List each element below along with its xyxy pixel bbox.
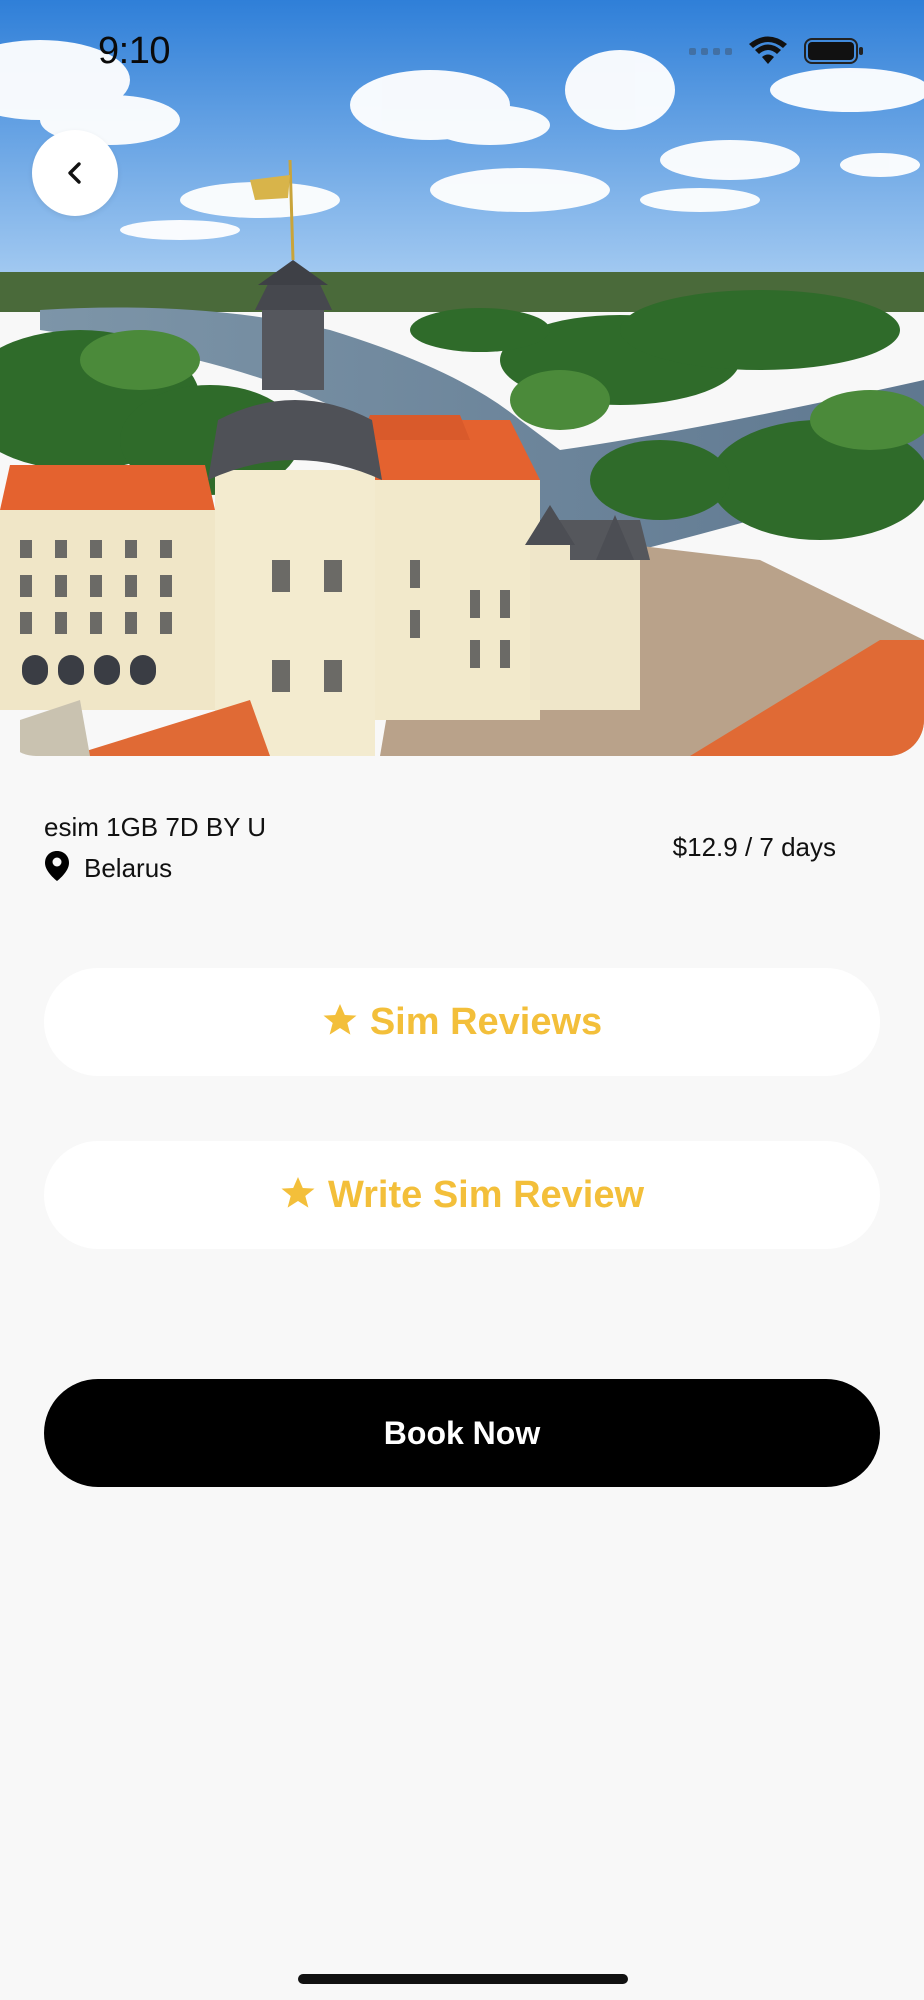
book-now-label: Book Now: [383, 1414, 541, 1451]
country-label: Belarus: [84, 853, 173, 883]
hero-image: 9:10: [0, 0, 924, 756]
book-now-button[interactable]: Book Now: [44, 1379, 880, 1487]
location-row: Belarus: [44, 850, 172, 887]
sim-reviews-button[interactable]: Sim Reviews: [44, 968, 880, 1076]
product-name: esim 1GB 7D BY U: [44, 812, 267, 842]
cellular-signal-icon: [689, 47, 732, 55]
write-sim-review-label: Write Sim Review: [327, 1173, 645, 1216]
star-icon: [322, 1002, 358, 1043]
status-time: 9:10: [98, 30, 170, 72]
location-pin-icon: [44, 850, 70, 887]
status-bar: 9:10: [0, 0, 924, 110]
star-icon: [280, 1175, 316, 1216]
back-button[interactable]: [32, 130, 118, 216]
wifi-icon: [748, 36, 788, 66]
chevron-left-icon: [61, 159, 89, 187]
battery-icon: [804, 36, 864, 66]
sim-reviews-label: Sim Reviews: [369, 1000, 603, 1043]
price-label: $12.9 / 7 days: [672, 832, 836, 862]
home-indicator[interactable]: [298, 1974, 628, 1984]
write-sim-review-button[interactable]: Write Sim Review: [44, 1141, 880, 1249]
status-icons: [689, 36, 864, 66]
